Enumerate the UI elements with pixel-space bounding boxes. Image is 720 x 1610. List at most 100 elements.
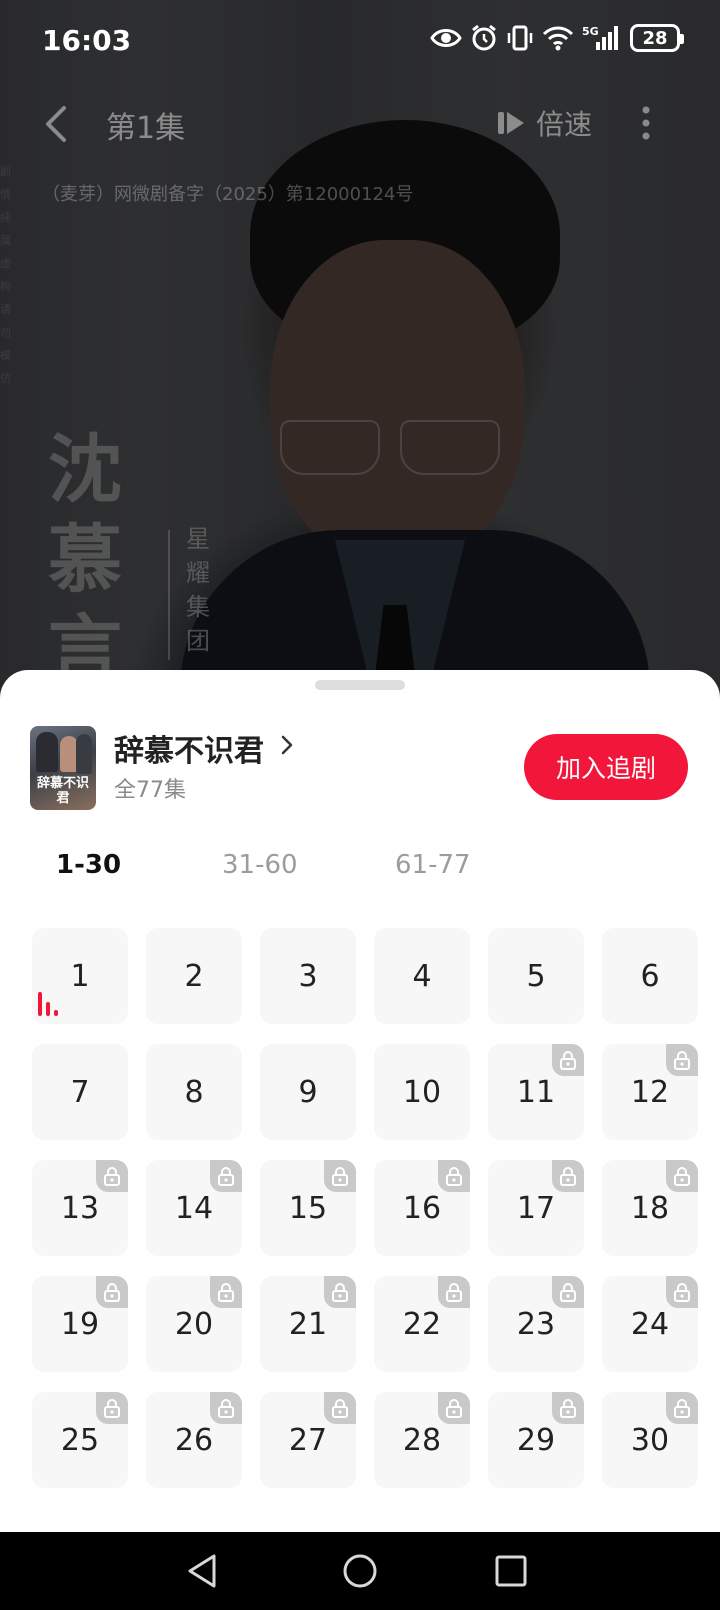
episode-number: 6 bbox=[640, 958, 660, 994]
episode-cell[interactable]: 4 bbox=[374, 928, 470, 1024]
episode-count: 全77集 bbox=[114, 778, 186, 803]
episode-number: 4 bbox=[412, 958, 432, 994]
more-button[interactable] bbox=[636, 103, 656, 143]
add-to-watchlist-button[interactable]: 加入追剧 bbox=[524, 734, 688, 800]
episode-cell[interactable]: 12 bbox=[602, 1044, 698, 1140]
drama-poster[interactable]: 辞慕不识君 bbox=[30, 726, 96, 810]
episode-range-tabs: 1-30 31-60 61-77 bbox=[0, 850, 720, 900]
lock-icon bbox=[552, 1392, 584, 1424]
episode-cell[interactable]: 11 bbox=[488, 1044, 584, 1140]
episode-cell[interactable]: 23 bbox=[488, 1276, 584, 1372]
episode-grid: 1 2 3 4 5 6 7 8 9 10 11 12 13 14 15 16 17 18 19 20 21 22 23 24 2… bbox=[32, 928, 700, 1488]
episode-number: 27 bbox=[288, 1422, 328, 1458]
episode-cell[interactable]: 29 bbox=[488, 1392, 584, 1488]
episode-cell[interactable]: 28 bbox=[374, 1392, 470, 1488]
lock-icon bbox=[552, 1276, 584, 1308]
more-vertical-icon bbox=[642, 106, 650, 140]
sheet-drag-handle[interactable] bbox=[315, 680, 405, 690]
lock-icon bbox=[210, 1276, 242, 1308]
lock-icon bbox=[438, 1160, 470, 1192]
episode-cell[interactable]: 30 bbox=[602, 1392, 698, 1488]
status-time: 16:03 bbox=[42, 24, 132, 57]
chevron-left-icon bbox=[46, 106, 66, 142]
speed-label: 倍速 bbox=[536, 108, 593, 141]
episode-number: 17 bbox=[516, 1190, 556, 1226]
lock-icon bbox=[552, 1044, 584, 1076]
episode-cell[interactable]: 2 bbox=[146, 928, 242, 1024]
chevron-right-icon[interactable] bbox=[280, 734, 294, 756]
speed-button[interactable]: 倍速 bbox=[496, 103, 592, 143]
episode-cell[interactable]: 19 bbox=[32, 1276, 128, 1372]
episode-title: 第1集 bbox=[106, 111, 186, 146]
wifi-icon bbox=[542, 25, 574, 51]
playing-bars-icon bbox=[36, 988, 62, 1018]
tab-range-1-30[interactable]: 1-30 bbox=[56, 850, 121, 880]
nav-back-button[interactable] bbox=[178, 1546, 228, 1596]
episode-number: 21 bbox=[288, 1306, 328, 1342]
lock-icon bbox=[324, 1160, 356, 1192]
episode-cell[interactable]: 15 bbox=[260, 1160, 356, 1256]
episode-number: 19 bbox=[60, 1306, 100, 1342]
nav-recents-button[interactable] bbox=[486, 1546, 536, 1596]
svg-text:5G: 5G bbox=[582, 25, 599, 38]
episode-cell[interactable]: 18 bbox=[602, 1160, 698, 1256]
episode-cell[interactable]: 17 bbox=[488, 1160, 584, 1256]
episode-cell[interactable]: 13 bbox=[32, 1160, 128, 1256]
episode-cell[interactable]: 24 bbox=[602, 1276, 698, 1372]
episode-number: 1 bbox=[70, 958, 90, 994]
episode-number: 13 bbox=[60, 1190, 100, 1226]
lock-icon bbox=[666, 1276, 698, 1308]
episode-number: 3 bbox=[298, 958, 318, 994]
episode-cell[interactable]: 3 bbox=[260, 928, 356, 1024]
episode-number: 14 bbox=[174, 1190, 214, 1226]
episode-cell[interactable]: 8 bbox=[146, 1044, 242, 1140]
tab-range-61-77[interactable]: 61-77 bbox=[395, 850, 471, 880]
episode-number: 18 bbox=[630, 1190, 670, 1226]
lock-icon bbox=[96, 1392, 128, 1424]
back-button[interactable] bbox=[40, 102, 74, 146]
lock-icon bbox=[666, 1392, 698, 1424]
episode-number: 24 bbox=[630, 1306, 670, 1342]
episode-number: 29 bbox=[516, 1422, 556, 1458]
tab-range-31-60[interactable]: 31-60 bbox=[222, 850, 298, 880]
lock-icon bbox=[552, 1160, 584, 1192]
episode-cell[interactable]: 10 bbox=[374, 1044, 470, 1140]
lock-icon bbox=[438, 1276, 470, 1308]
battery-indicator: 28 bbox=[630, 24, 684, 52]
system-nav-bar bbox=[0, 1532, 720, 1610]
episode-number: 8 bbox=[184, 1074, 204, 1110]
episode-cell[interactable]: 27 bbox=[260, 1392, 356, 1488]
episode-cell[interactable]: 22 bbox=[374, 1276, 470, 1372]
episode-cell[interactable]: 14 bbox=[146, 1160, 242, 1256]
episode-number: 22 bbox=[402, 1306, 442, 1342]
episode-cell[interactable]: 7 bbox=[32, 1044, 128, 1140]
alarm-icon bbox=[470, 24, 498, 52]
episode-cell[interactable]: 20 bbox=[146, 1276, 242, 1372]
lock-icon bbox=[324, 1392, 356, 1424]
episode-cell[interactable]: 26 bbox=[146, 1392, 242, 1488]
episode-cell[interactable]: 1 bbox=[32, 928, 128, 1024]
episode-cell[interactable]: 9 bbox=[260, 1044, 356, 1140]
drama-title[interactable]: 辞慕不识君 bbox=[114, 726, 264, 770]
episode-number: 30 bbox=[630, 1422, 670, 1458]
lock-icon bbox=[438, 1392, 470, 1424]
episode-number: 2 bbox=[184, 958, 204, 994]
nav-home-button[interactable] bbox=[335, 1546, 385, 1596]
episode-cell[interactable]: 6 bbox=[602, 928, 698, 1024]
poster-figure bbox=[36, 732, 58, 772]
episode-number: 5 bbox=[526, 958, 546, 994]
lock-icon bbox=[666, 1044, 698, 1076]
episode-cell[interactable]: 21 bbox=[260, 1276, 356, 1372]
episode-number: 25 bbox=[60, 1422, 100, 1458]
episode-sheet: 辞慕不识君 辞慕不识君 全77集 加入追剧 1-30 31-60 61-77 1… bbox=[0, 670, 720, 1532]
episode-cell[interactable]: 25 bbox=[32, 1392, 128, 1488]
episode-cell[interactable]: 5 bbox=[488, 928, 584, 1024]
episode-number: 10 bbox=[402, 1074, 442, 1110]
speed-icon bbox=[498, 112, 524, 134]
episode-number: 11 bbox=[516, 1074, 556, 1110]
episode-number: 15 bbox=[288, 1190, 328, 1226]
episode-cell[interactable]: 16 bbox=[374, 1160, 470, 1256]
episode-number: 20 bbox=[174, 1306, 214, 1342]
episode-number: 12 bbox=[630, 1074, 670, 1110]
episode-number: 16 bbox=[402, 1190, 442, 1226]
